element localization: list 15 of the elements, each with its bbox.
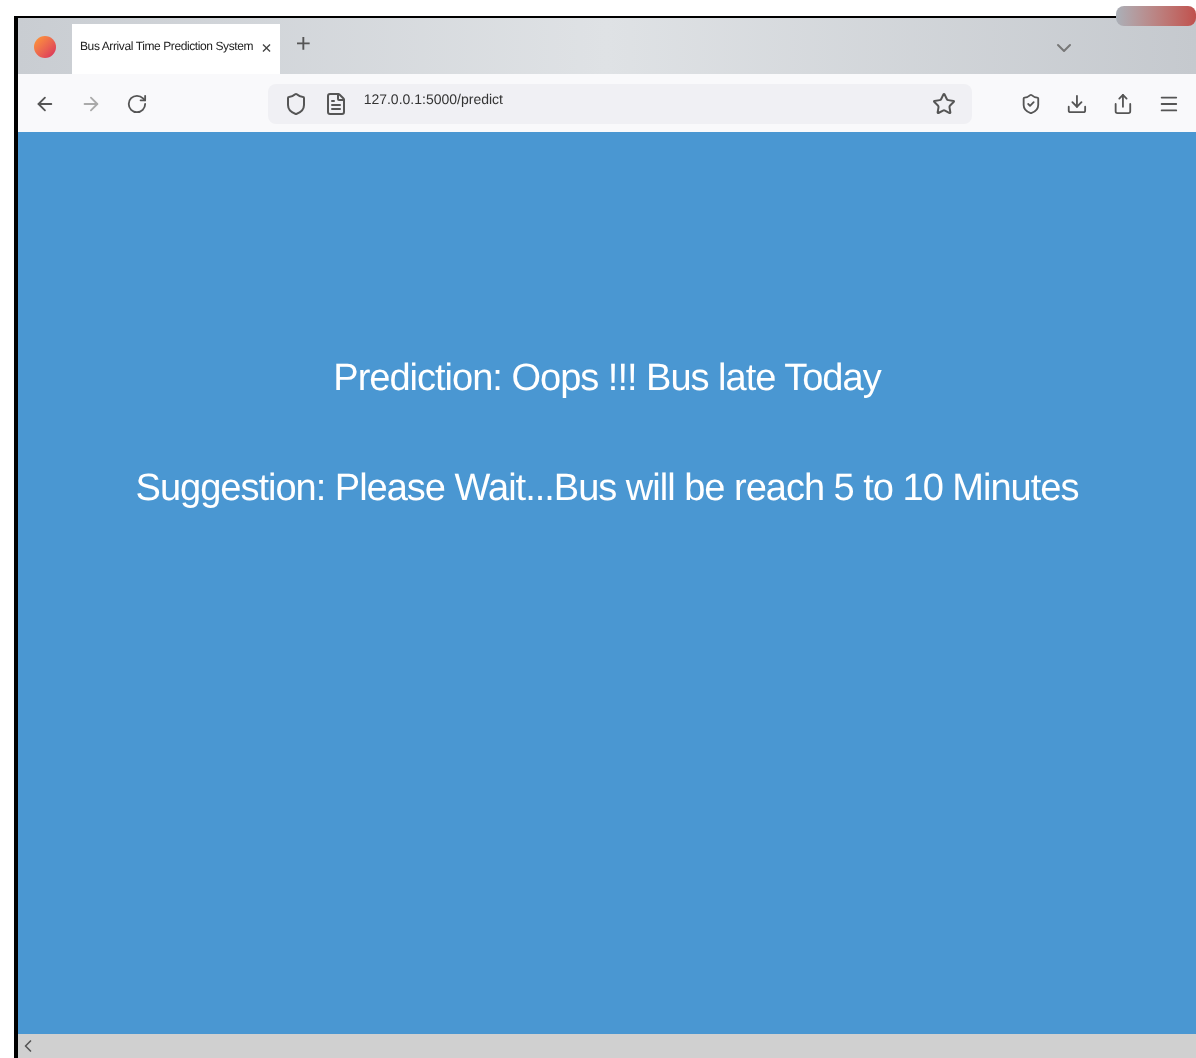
- back-icon[interactable]: [34, 91, 56, 115]
- browser-logo-icon: [34, 36, 56, 58]
- reload-icon[interactable]: [125, 91, 148, 115]
- window-controls-drawing[interactable]: [1116, 6, 1196, 26]
- prediction-text: Prediction: Oops !!! Bus late Today: [333, 356, 881, 404]
- download-icon[interactable]: [1066, 91, 1089, 115]
- shield-icon: [283, 91, 308, 115]
- suggestion-text: Suggestion: Please Wait...Bus will be reach 5 to 10 Minutes: [135, 465, 1079, 513]
- bookmark-star-icon[interactable]: [932, 91, 957, 115]
- page-icon: [323, 91, 348, 115]
- menu-icon[interactable]: [1158, 91, 1180, 115]
- shield-check-icon[interactable]: [1020, 91, 1043, 115]
- new-tab-button[interactable]: +: [295, 23, 311, 62]
- share-icon[interactable]: [1112, 91, 1135, 115]
- tab-close-button[interactable]: ×: [261, 35, 272, 63]
